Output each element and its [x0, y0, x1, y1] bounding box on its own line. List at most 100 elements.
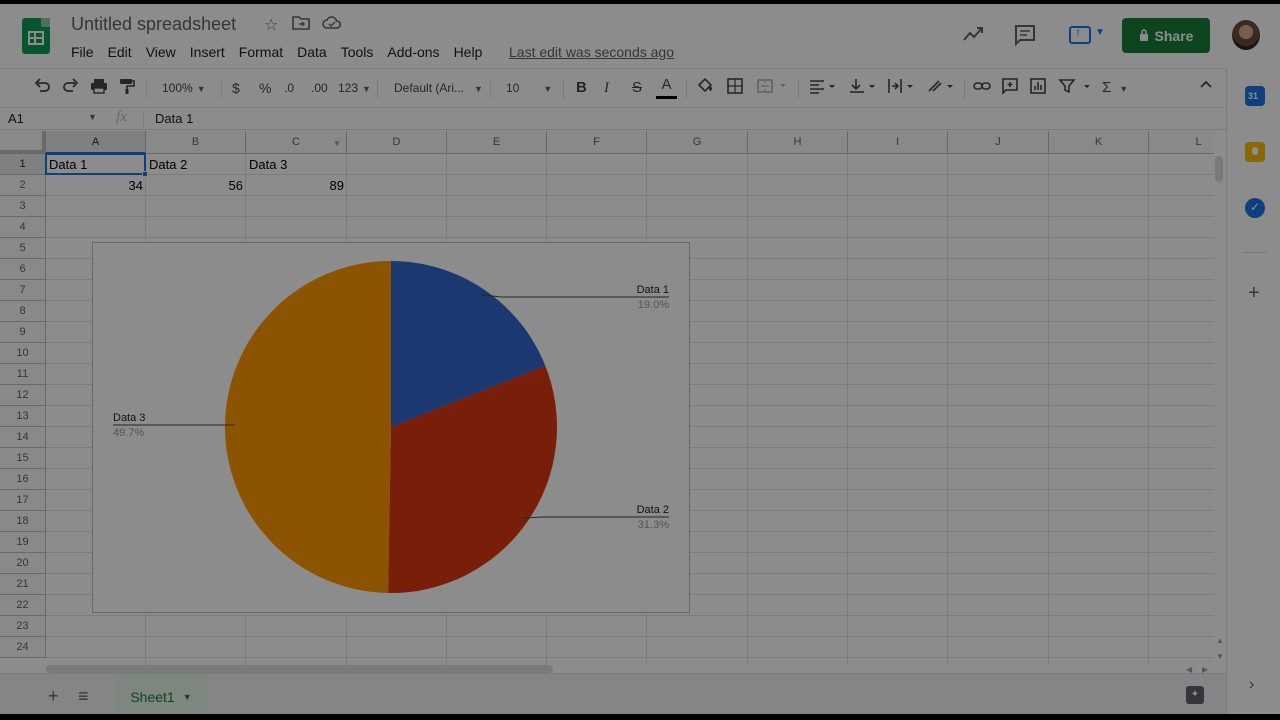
- row-header[interactable]: 19: [0, 532, 46, 553]
- vertical-scrollbar[interactable]: [1215, 156, 1223, 182]
- row-header[interactable]: 18: [0, 511, 46, 532]
- cell-b1[interactable]: Data 2: [146, 156, 246, 177]
- row-header[interactable]: 23: [0, 616, 46, 637]
- insert-comment-icon[interactable]: [1001, 77, 1019, 99]
- pie-slice-3[interactable]: [224, 261, 391, 593]
- column-header[interactable]: L: [1149, 131, 1214, 154]
- share-button[interactable]: Share: [1122, 18, 1210, 53]
- row-header[interactable]: 4: [0, 217, 46, 238]
- menu-data[interactable]: Data: [290, 43, 334, 61]
- column-header[interactable]: E: [447, 131, 547, 154]
- print-icon[interactable]: [90, 77, 108, 99]
- row-header[interactable]: 10: [0, 343, 46, 364]
- functions-button[interactable]: Σ ▼: [1102, 77, 1128, 99]
- horizontal-align-icon[interactable]: [808, 77, 838, 99]
- document-title[interactable]: Untitled spreadsheet: [71, 14, 236, 35]
- row-header[interactable]: 6: [0, 259, 46, 280]
- trend-icon[interactable]: [962, 24, 984, 50]
- more-formats-select[interactable]: 123 ▼: [338, 77, 371, 99]
- column-header[interactable]: G: [647, 131, 748, 154]
- collapse-toolbar-icon[interactable]: [1198, 77, 1214, 99]
- cell-c2[interactable]: 89: [246, 177, 347, 198]
- row-header[interactable]: 21: [0, 574, 46, 595]
- cloud-icon[interactable]: [322, 15, 342, 36]
- bold-button[interactable]: B: [576, 77, 587, 99]
- row-header[interactable]: 24: [0, 637, 46, 658]
- insert-chart-icon[interactable]: [1029, 77, 1047, 99]
- star-icon[interactable]: ☆: [264, 15, 278, 35]
- paint-format-icon[interactable]: [118, 77, 136, 99]
- name-box[interactable]: A1: [8, 111, 24, 126]
- percent-button[interactable]: %: [259, 77, 271, 99]
- menu-format[interactable]: Format: [232, 43, 290, 61]
- column-header[interactable]: I: [848, 131, 948, 154]
- column-header[interactable]: D: [347, 131, 447, 154]
- column-header[interactable]: A: [46, 131, 146, 154]
- horizontal-scrollbar[interactable]: [46, 665, 553, 673]
- menu-insert[interactable]: Insert: [183, 43, 232, 61]
- menu-help[interactable]: Help: [447, 43, 490, 61]
- strikethrough-button[interactable]: S: [632, 77, 642, 99]
- text-wrapping-icon[interactable]: [886, 77, 916, 99]
- keep-icon[interactable]: [1245, 142, 1265, 162]
- sheets-logo[interactable]: [22, 18, 50, 54]
- select-all-corner[interactable]: [0, 131, 46, 154]
- all-sheets-icon[interactable]: ≡: [78, 686, 89, 707]
- column-header[interactable]: F: [547, 131, 647, 154]
- row-header[interactable]: 9: [0, 322, 46, 343]
- folder-icon[interactable]: [292, 15, 310, 36]
- cell-a2[interactable]: 34: [46, 177, 146, 198]
- row-header[interactable]: 14: [0, 427, 46, 448]
- get-addons-icon[interactable]: +: [1248, 282, 1260, 305]
- row-header[interactable]: 13: [0, 406, 46, 427]
- row-header[interactable]: 17: [0, 490, 46, 511]
- row-header[interactable]: 16: [0, 469, 46, 490]
- column-menu-caret-icon[interactable]: ▼: [333, 139, 341, 148]
- text-color-button[interactable]: A: [656, 77, 677, 99]
- column-header[interactable]: K: [1049, 131, 1149, 154]
- row-header[interactable]: 22: [0, 595, 46, 616]
- text-rotation-icon[interactable]: [926, 77, 956, 99]
- menu-file[interactable]: File: [64, 43, 101, 61]
- fill-handle[interactable]: [142, 171, 148, 177]
- italic-button[interactable]: I: [604, 77, 609, 99]
- font-size-select[interactable]: 10 ▼: [506, 77, 552, 99]
- row-header[interactable]: 15: [0, 448, 46, 469]
- cell-c1[interactable]: Data 3: [246, 156, 347, 177]
- row-header[interactable]: 5: [0, 238, 46, 259]
- redo-icon[interactable]: [62, 77, 80, 99]
- row-header[interactable]: 11: [0, 364, 46, 385]
- column-header[interactable]: B: [146, 131, 246, 154]
- row-header[interactable]: 12: [0, 385, 46, 406]
- vertical-align-icon[interactable]: [848, 77, 878, 99]
- column-header[interactable]: J: [948, 131, 1049, 154]
- cell-b2[interactable]: 56: [146, 177, 246, 198]
- tasks-icon[interactable]: [1245, 198, 1265, 218]
- row-header[interactable]: 3: [0, 196, 46, 217]
- borders-icon[interactable]: [726, 77, 744, 99]
- filter-icon[interactable]: [1058, 77, 1094, 99]
- menu-edit[interactable]: Edit: [101, 43, 139, 61]
- avatar[interactable]: [1232, 20, 1260, 50]
- menu-addons[interactable]: Add-ons: [380, 43, 446, 61]
- currency-button[interactable]: $: [232, 77, 240, 99]
- row-header[interactable]: 1: [0, 154, 46, 175]
- formula-input[interactable]: Data 1: [155, 111, 193, 126]
- insert-link-icon[interactable]: [973, 77, 991, 99]
- row-header[interactable]: 7: [0, 280, 46, 301]
- calendar-icon[interactable]: [1245, 86, 1265, 106]
- scroll-down-arrow-icon[interactable]: ▼: [1216, 652, 1224, 661]
- spreadsheet-grid[interactable]: 1 2 3 4 5 6 7 8 9 10 11 12 13 14 15 16 17 18 19 20 21 22 23 24 A…: [0, 131, 1214, 665]
- undo-icon[interactable]: [33, 77, 51, 99]
- menu-tools[interactable]: Tools: [334, 43, 381, 61]
- increase-decimal-button[interactable]: .00: [311, 77, 328, 99]
- merge-cells-icon[interactable]: [756, 77, 786, 99]
- decrease-decimal-button[interactable]: .0: [284, 77, 294, 99]
- sheet-tab-caret-icon[interactable]: ▼: [183, 692, 192, 702]
- name-box-caret-icon[interactable]: ▼: [88, 112, 97, 122]
- pie-chart[interactable]: Data 1 19.0% Data 2 31.3% Data 3 49.7%: [92, 242, 690, 613]
- column-header[interactable]: C: [246, 131, 347, 154]
- zoom-select[interactable]: 100% ▼: [162, 77, 206, 99]
- font-select[interactable]: Default (Ari... ▼: [394, 77, 483, 99]
- scroll-up-arrow-icon[interactable]: ▲: [1216, 636, 1224, 645]
